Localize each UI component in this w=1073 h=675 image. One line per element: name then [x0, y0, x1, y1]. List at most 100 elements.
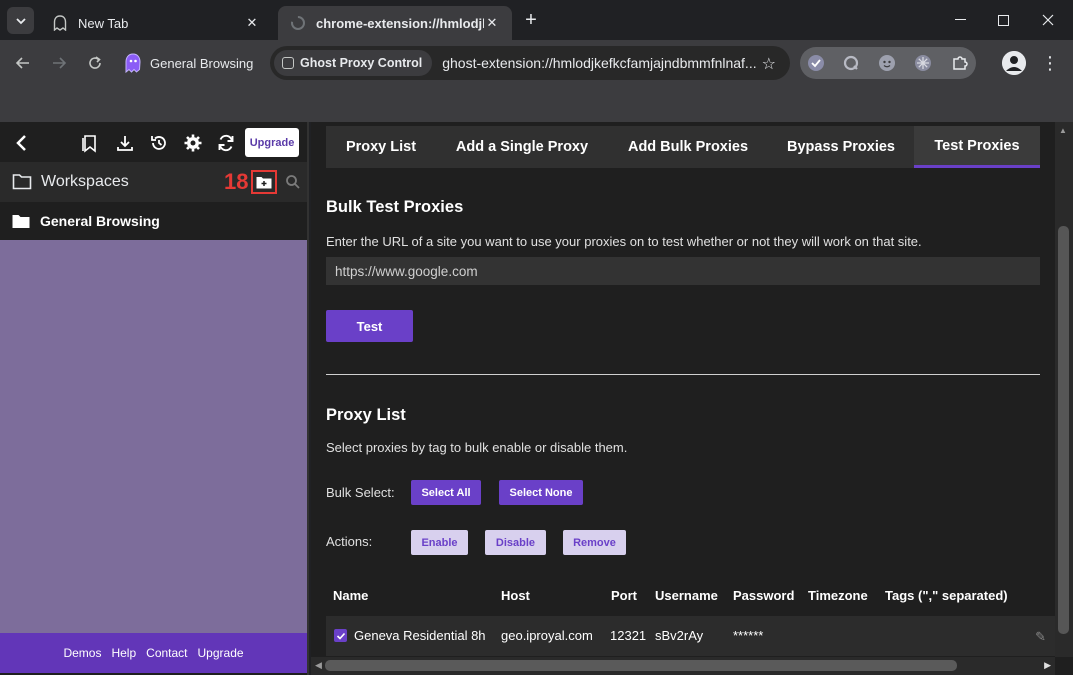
- profile-avatar-icon[interactable]: [1002, 51, 1026, 75]
- workspace-item-general-browsing[interactable]: General Browsing: [0, 202, 307, 240]
- scroll-left-icon[interactable]: ◀: [315, 660, 322, 671]
- select-all-button[interactable]: Select All: [411, 480, 481, 505]
- proxy-list-description: Select proxies by tag to bulk enable or …: [326, 440, 628, 455]
- remove-button[interactable]: Remove: [563, 530, 626, 555]
- bookmark-star-icon[interactable]: ☆: [762, 54, 776, 74]
- q-extension-icon[interactable]: [841, 53, 861, 73]
- table-row: Geneva Residential 8h geo.iproyal.com 12…: [326, 616, 1056, 656]
- new-folder-button[interactable]: [251, 170, 277, 194]
- sidebar: Upgrade Workspaces 18 General Browsing D…: [0, 122, 309, 675]
- menu-kebab-icon[interactable]: ⋮: [1040, 51, 1060, 75]
- vertical-scrollbar[interactable]: ▲: [1055, 122, 1073, 657]
- arrow-right-icon: [53, 57, 67, 69]
- download-icon[interactable]: [114, 132, 136, 154]
- proxy-list-title: Proxy List: [326, 406, 406, 424]
- tab-proxy-list[interactable]: Proxy List: [326, 126, 436, 168]
- tab-title: chrome-extension://hmlodjkc: [316, 15, 484, 31]
- tab-add-bulk-proxies[interactable]: Add Bulk Proxies: [608, 126, 768, 168]
- close-tab-icon[interactable]: ✕: [244, 15, 260, 31]
- tab-test-proxies[interactable]: Test Proxies: [914, 126, 1040, 168]
- check-extension-icon[interactable]: [806, 53, 826, 73]
- horizontal-scrollbar[interactable]: ◀ ▶: [311, 657, 1055, 675]
- profile-name: General Browsing: [150, 55, 254, 71]
- bulk-test-title: Bulk Test Proxies: [326, 198, 464, 216]
- column-header-tags: Tags ("," separated): [885, 588, 1008, 603]
- maximize-button[interactable]: [980, 0, 1026, 40]
- puzzle-extensions-icon[interactable]: [950, 53, 970, 73]
- snowflake-extension-icon[interactable]: [913, 53, 933, 73]
- history-icon[interactable]: [148, 132, 170, 154]
- column-header-username: Username: [655, 588, 718, 603]
- chevron-down-icon: [15, 17, 26, 24]
- bulk-test-description: Enter the URL of a site you want to use …: [326, 234, 922, 249]
- reload-icon: [89, 56, 101, 69]
- forward-button[interactable]: [47, 51, 71, 75]
- folder-outline-icon: [12, 174, 32, 190]
- workspace-item-label: General Browsing: [40, 213, 160, 229]
- cell-port[interactable]: 12321: [610, 628, 646, 643]
- scroll-right-icon[interactable]: ▶: [1044, 660, 1051, 671]
- main-content: Proxy List Add a Single Proxy Add Bulk P…: [311, 122, 1073, 675]
- sidebar-footer: Demos Help Contact Upgrade: [0, 633, 307, 673]
- toolbar-spacer: [0, 86, 1073, 122]
- footer-link-demos[interactable]: Demos: [63, 646, 101, 660]
- reload-button[interactable]: [83, 51, 107, 75]
- url-text[interactable]: ghost-extension://hmlodjkefkcfamjajndbmm…: [442, 55, 768, 71]
- cell-password[interactable]: ******: [733, 628, 763, 643]
- new-tab-button[interactable]: +: [520, 9, 542, 31]
- row-checkbox[interactable]: [334, 629, 347, 642]
- upgrade-button[interactable]: Upgrade: [245, 128, 299, 157]
- maximize-icon: [997, 14, 1009, 26]
- folder-icon: [12, 214, 30, 228]
- footer-link-contact[interactable]: Contact: [146, 646, 187, 660]
- profile-chip[interactable]: General Browsing: [122, 49, 253, 77]
- cell-name[interactable]: Geneva Residential 8h: [354, 628, 486, 643]
- back-button[interactable]: [11, 51, 35, 75]
- ghost-favicon-icon: [52, 15, 68, 31]
- actions-label: Actions:: [326, 534, 373, 549]
- minimize-button[interactable]: [937, 0, 983, 40]
- select-none-button[interactable]: Select None: [499, 480, 583, 505]
- vertical-scroll-thumb[interactable]: [1058, 226, 1069, 634]
- collapse-sidebar-icon[interactable]: [10, 132, 32, 154]
- tab-bypass-proxies[interactable]: Bypass Proxies: [768, 126, 914, 168]
- tab-add-single-proxy[interactable]: Add a Single Proxy: [436, 126, 608, 168]
- site-info-chip[interactable]: Ghost Proxy Control: [274, 50, 433, 76]
- ghost-logo-icon: [125, 53, 141, 74]
- tab-title: New Tab: [78, 15, 129, 31]
- settings-gear-icon[interactable]: [182, 132, 204, 154]
- browser-window: New Tab ✕ chrome-extension://hmlodjkc ✕ …: [0, 0, 1073, 675]
- edit-pencil-icon[interactable]: ✎: [1035, 629, 1046, 645]
- address-bar[interactable]: Ghost Proxy Control ghost-extension://hm…: [270, 46, 790, 80]
- column-header-password: Password: [733, 588, 795, 603]
- disable-button[interactable]: Disable: [485, 530, 546, 555]
- cell-host[interactable]: geo.iproyal.com: [501, 628, 593, 643]
- browser-toolbar: General Browsing Ghost Proxy Control gho…: [0, 40, 1073, 86]
- site-chip-label: Ghost Proxy Control: [300, 56, 423, 70]
- workspaces-header: Workspaces 18: [0, 162, 307, 202]
- footer-link-help[interactable]: Help: [111, 646, 136, 660]
- footer-link-upgrade[interactable]: Upgrade: [198, 646, 244, 660]
- workspaces-title: Workspaces: [41, 173, 129, 190]
- test-button[interactable]: Test: [326, 310, 413, 342]
- cell-username[interactable]: sBv2rAy: [655, 628, 703, 643]
- bookmarks-icon[interactable]: [79, 132, 101, 154]
- face-extension-icon[interactable]: [877, 53, 897, 73]
- search-icon[interactable]: [285, 174, 301, 190]
- tab-new-tab[interactable]: New Tab ✕: [40, 6, 272, 40]
- column-header-timezone: Timezone: [808, 588, 868, 603]
- test-url-input[interactable]: https://www.google.com: [326, 257, 1040, 285]
- close-window-button[interactable]: [1025, 0, 1071, 40]
- close-tab-icon[interactable]: ✕: [484, 15, 500, 31]
- minimize-icon: [954, 19, 966, 20]
- horizontal-scroll-thumb[interactable]: [325, 660, 957, 671]
- tab-extension[interactable]: chrome-extension://hmlodjkc ✕: [278, 6, 512, 40]
- enable-button[interactable]: Enable: [411, 530, 468, 555]
- tab-search-button[interactable]: [7, 7, 34, 34]
- scroll-up-icon[interactable]: ▲: [1059, 126, 1067, 135]
- arrow-left-icon: [15, 57, 29, 69]
- sync-icon[interactable]: [215, 132, 237, 154]
- tab-strip: New Tab ✕ chrome-extension://hmlodjkc ✕ …: [0, 0, 1073, 40]
- loading-icon: [290, 15, 306, 31]
- divider: [326, 374, 1040, 375]
